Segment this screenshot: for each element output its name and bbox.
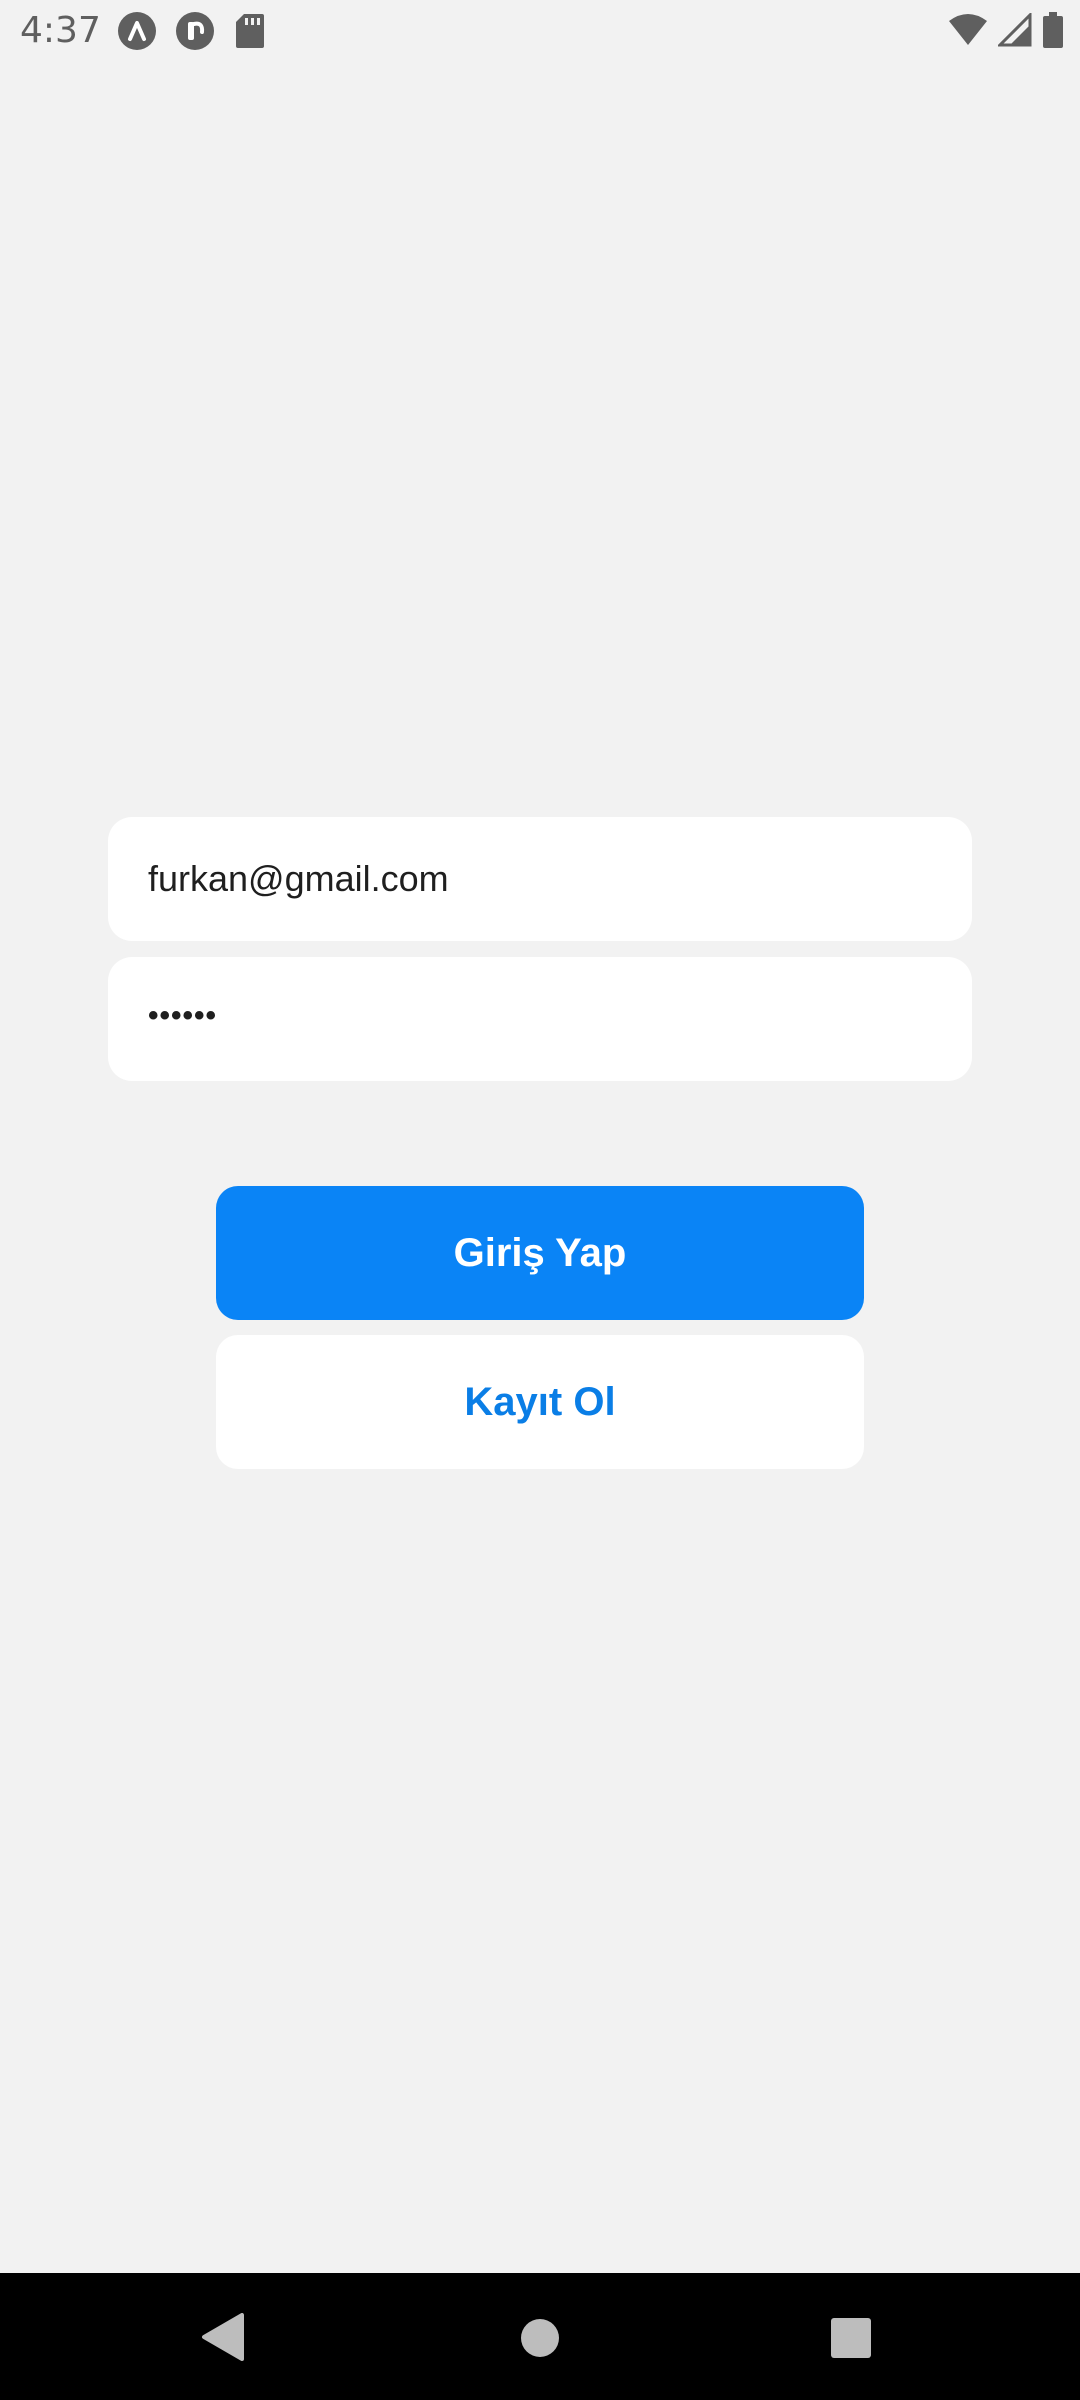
wifi-icon: [949, 14, 987, 45]
cellular-signal-icon: [998, 13, 1032, 47]
navigation-bar: [0, 2273, 1080, 2400]
app-a-icon: [118, 12, 156, 50]
password-field-value: ••••••: [148, 999, 218, 1032]
status-time: 4:37: [20, 10, 101, 51]
register-button[interactable]: Kayıt Ol: [216, 1335, 864, 1469]
sd-card-icon: [236, 14, 264, 48]
email-field[interactable]: furkan@gmail.com: [108, 817, 972, 941]
battery-icon: [1043, 12, 1063, 48]
login-button-label: Giriş Yap: [453, 1230, 627, 1275]
back-icon[interactable]: [200, 2313, 246, 2361]
home-icon[interactable]: [519, 2317, 561, 2359]
status-icons-right: [948, 12, 1064, 48]
email-field-value: furkan@gmail.com: [148, 858, 449, 899]
recents-icon[interactable]: [830, 2317, 872, 2359]
status-icons-left: [118, 12, 266, 50]
status-bar: 4:37: [0, 0, 1080, 62]
app-r-icon: [176, 12, 214, 50]
login-button[interactable]: Giriş Yap: [216, 1186, 864, 1320]
password-field[interactable]: ••••••: [108, 957, 972, 1081]
register-button-label: Kayıt Ol: [464, 1379, 616, 1424]
